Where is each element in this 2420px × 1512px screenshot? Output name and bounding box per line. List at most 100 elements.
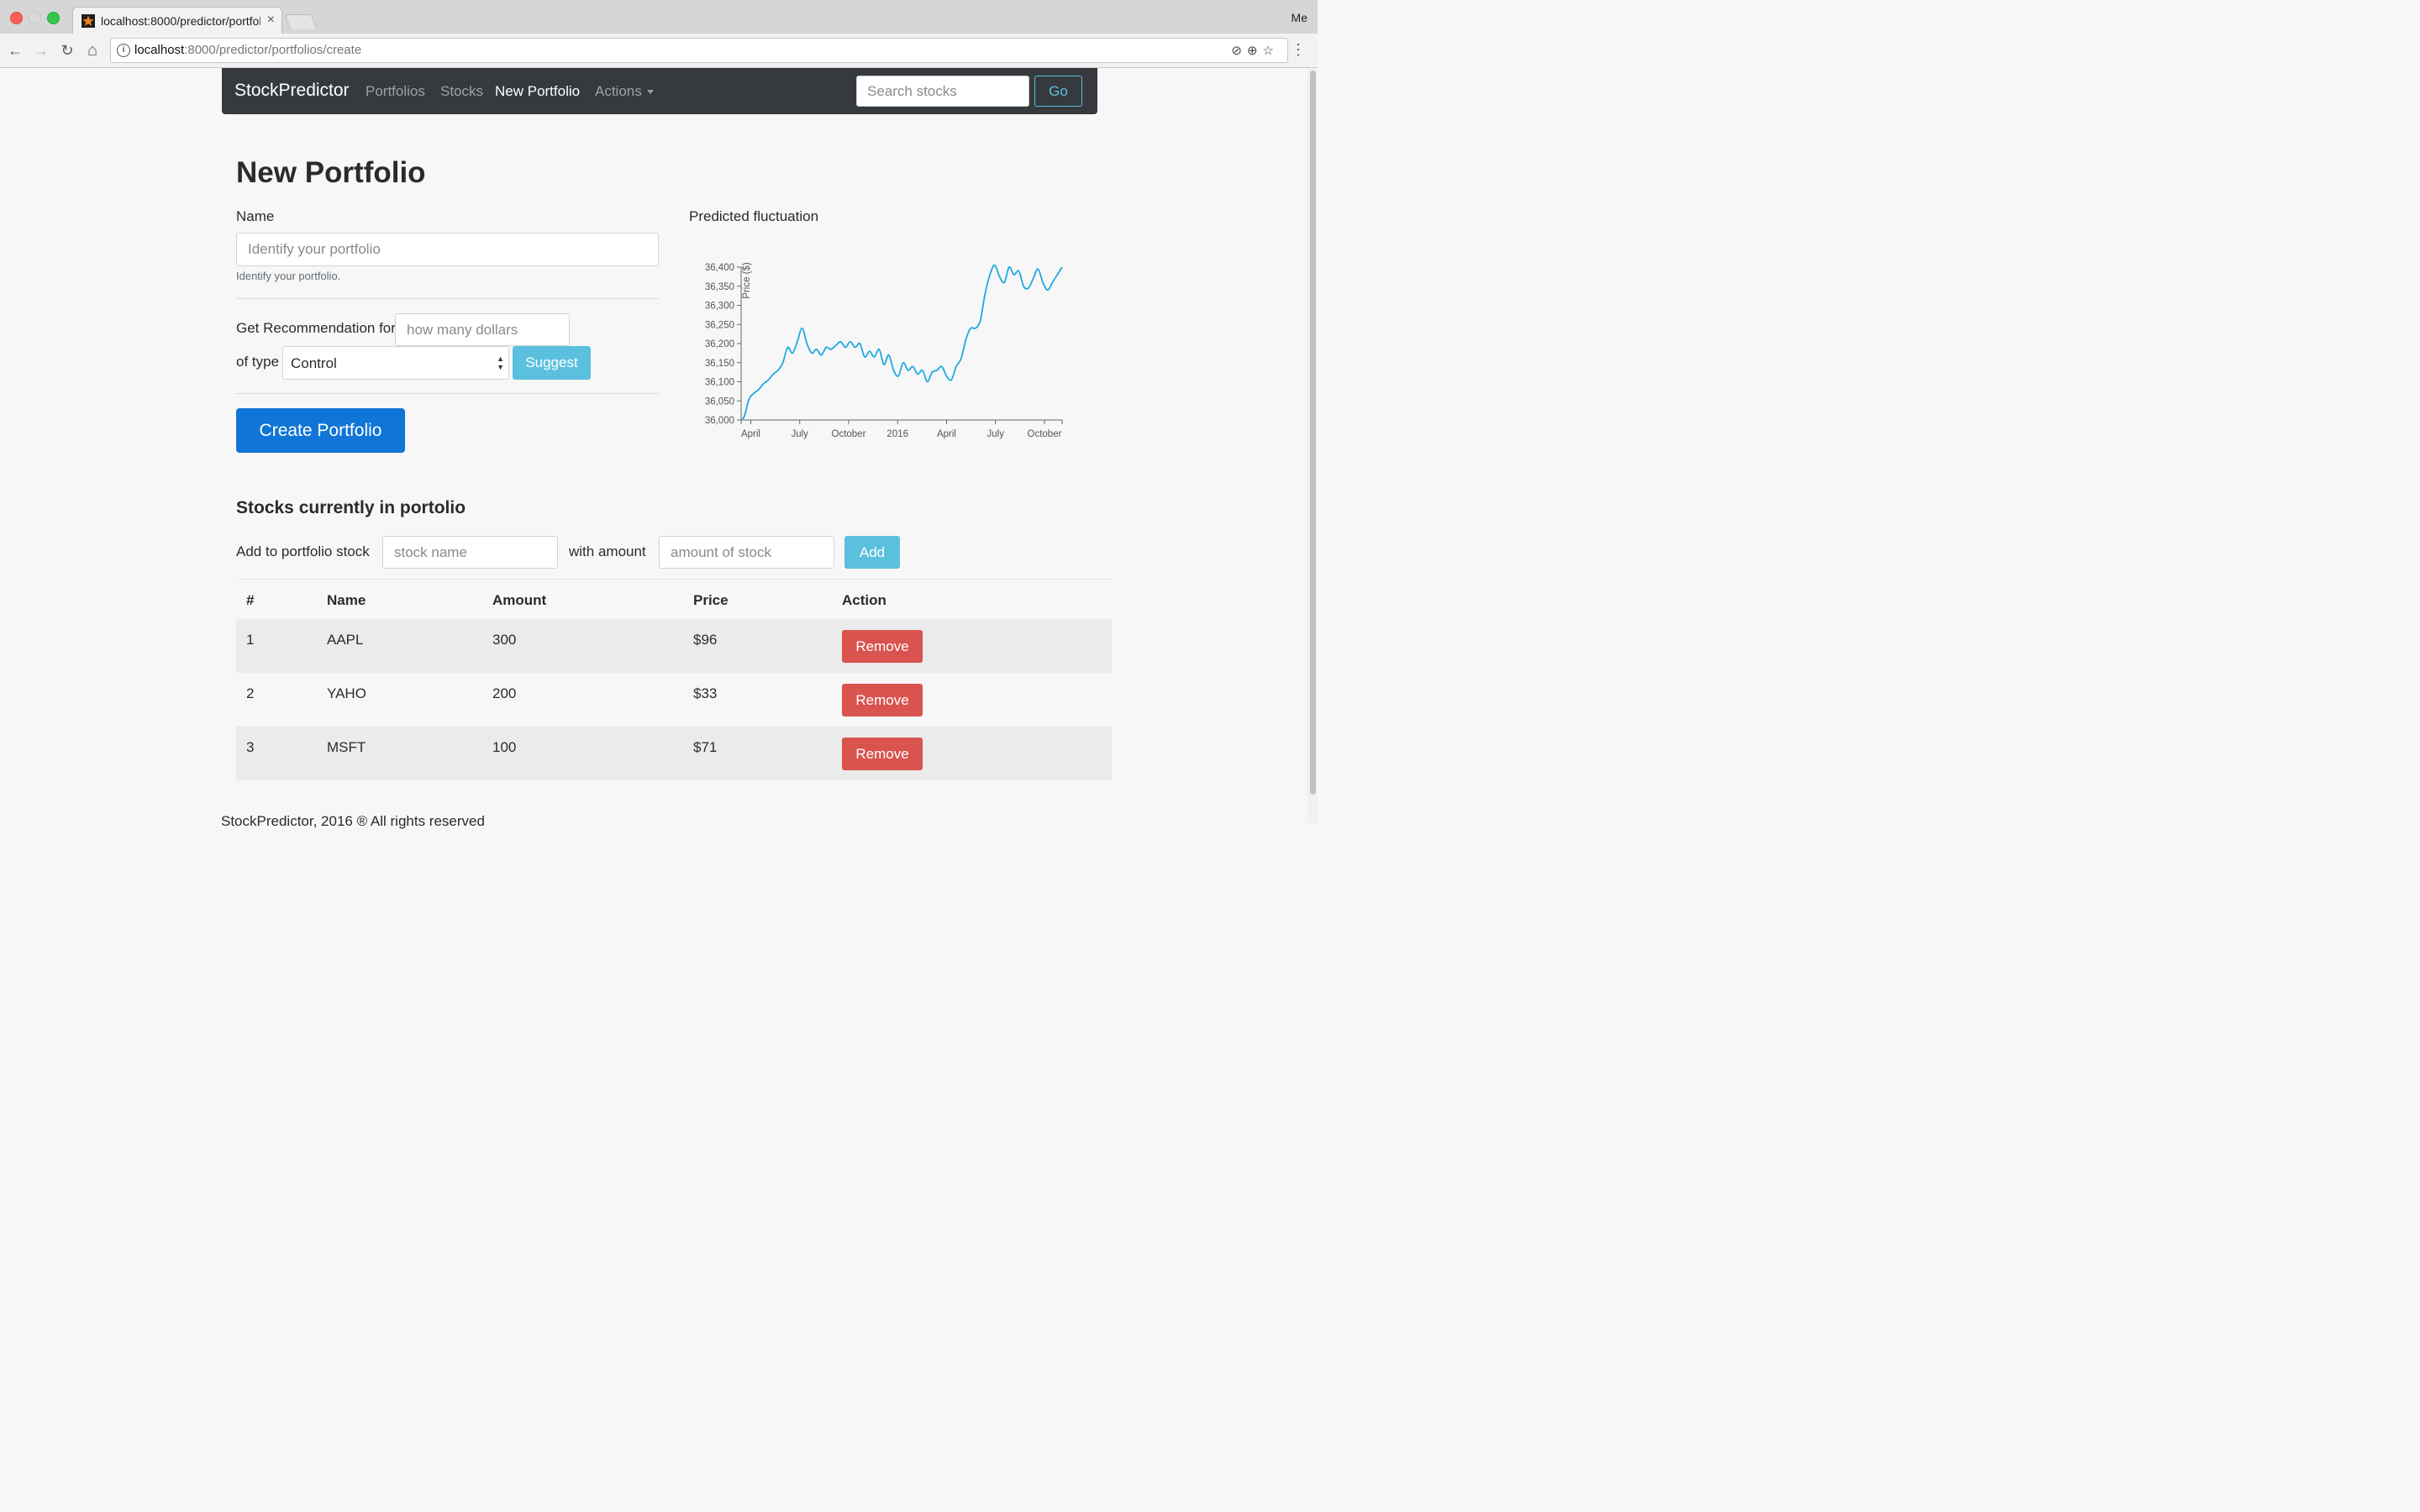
col-name: Name xyxy=(327,592,366,608)
add-button[interactable]: Add xyxy=(844,536,900,569)
col-number: # xyxy=(246,592,255,608)
x-tick-label: October xyxy=(1028,429,1062,439)
brand-link[interactable]: StockPredictor xyxy=(234,81,350,101)
blocked-popup-icon[interactable]: ⊘ xyxy=(1231,44,1247,58)
nav-actions-dropdown[interactable]: Actions xyxy=(595,83,654,100)
add-stock-label: Add to portfolio stock xyxy=(236,543,370,559)
url-input[interactable]: i localhost:8000/predictor/portfolios/cr… xyxy=(110,38,1288,63)
chart-label: Predicted fluctuation xyxy=(689,208,819,224)
divider xyxy=(236,298,659,299)
profile-label[interactable]: Me xyxy=(1292,11,1307,24)
y-tick-label: 36,250 xyxy=(705,320,734,330)
row-price: $33 xyxy=(693,685,718,701)
tab-title: localhost:8000/predictor/portfolios/crea… xyxy=(101,14,260,28)
x-tick-label: July xyxy=(791,429,808,439)
row-stock-name: YAHO xyxy=(327,685,366,701)
x-tick-label: July xyxy=(987,429,1005,439)
row-price: $96 xyxy=(693,632,718,648)
browser-titlebar: localhost:8000/predictor/portfolios/crea… xyxy=(0,0,1318,34)
remove-button[interactable]: Remove xyxy=(842,738,923,770)
row-number: 3 xyxy=(246,739,255,755)
name-label: Name xyxy=(236,208,275,224)
row-number: 1 xyxy=(246,632,255,648)
amount-input[interactable] xyxy=(659,536,834,569)
nav-actions-label: Actions xyxy=(595,83,642,99)
type-label: of type xyxy=(236,354,280,370)
y-tick-label: 36,350 xyxy=(705,282,734,292)
back-icon[interactable]: ← xyxy=(5,40,25,60)
x-tick-label: October xyxy=(832,429,866,439)
recommendation-label: Get Recommendation for xyxy=(236,320,396,336)
url-host: localhost xyxy=(134,43,185,57)
minimize-window-button[interactable] xyxy=(29,12,41,24)
x-tick-label: 2016 xyxy=(886,429,908,439)
row-amount: 100 xyxy=(492,739,517,755)
price-line xyxy=(740,264,1063,421)
bookmark-star-icon[interactable]: ☆ xyxy=(1263,44,1279,58)
go-button[interactable]: Go xyxy=(1034,76,1082,107)
x-axis-line xyxy=(740,419,1063,424)
col-amount: Amount xyxy=(492,592,547,608)
stock-name-input[interactable] xyxy=(382,536,558,569)
new-tab-button[interactable] xyxy=(284,14,318,29)
row-amount: 200 xyxy=(492,685,517,701)
url-path: :8000/predictor/portfolios/create xyxy=(184,43,362,57)
caret-down-icon xyxy=(646,90,654,95)
nav-new-portfolio[interactable]: New Portfolio xyxy=(495,83,580,100)
tab-close-icon[interactable]: × xyxy=(267,13,275,28)
footer-text: StockPredictor, 2016 ® All rights reserv… xyxy=(221,813,485,829)
table-header: # Name Amount Price Action xyxy=(236,579,1112,619)
y-tick-label: 36,100 xyxy=(705,378,734,388)
x-axis: April July October 2016 April July October xyxy=(740,419,1063,439)
site-info-icon[interactable]: i xyxy=(117,44,130,57)
fluctuation-chart: 36,000 36,050 36,100 36,150 36,200 36,250 36,3… xyxy=(705,262,1063,439)
row-number: 2 xyxy=(246,685,255,701)
suggest-button[interactable]: Suggest xyxy=(513,346,591,380)
type-select-value: Control xyxy=(291,355,337,371)
close-window-button[interactable] xyxy=(10,12,23,24)
y-tick-label: 36,300 xyxy=(705,302,734,312)
favicon-star-icon xyxy=(82,14,95,28)
divider xyxy=(236,393,659,394)
type-select[interactable]: Control ▲ ▼ xyxy=(282,346,509,380)
y-axis: 36,000 36,050 36,100 36,150 36,200 36,250 36,3… xyxy=(705,263,742,426)
select-arrows-icon: ▲ ▼ xyxy=(497,354,504,371)
remove-button[interactable]: Remove xyxy=(842,630,923,663)
nav-stocks[interactable]: Stocks xyxy=(440,83,483,100)
name-help-text: Identify your portfolio. xyxy=(236,270,341,282)
scrollbar-thumb[interactable] xyxy=(1310,71,1316,795)
remove-button[interactable]: Remove xyxy=(842,684,923,717)
y-tick-label: 36,000 xyxy=(705,416,734,426)
home-icon[interactable]: ⌂ xyxy=(82,40,103,60)
omnibox-icons: ⊘⊕☆ xyxy=(1231,43,1279,58)
address-bar: ← → ↻ ⌂ i localhost:8000/predictor/portf… xyxy=(0,34,1318,68)
table-row: 3 MSFT 100 $71 Remove xyxy=(236,727,1112,780)
col-price: Price xyxy=(693,592,729,608)
y-tick-label: 36,050 xyxy=(705,396,734,407)
table-row: 1 AAPL 300 $96 Remove xyxy=(236,619,1112,673)
nav-portfolios[interactable]: Portfolios xyxy=(366,83,425,100)
maximize-window-button[interactable] xyxy=(47,12,60,24)
row-amount: 300 xyxy=(492,632,517,648)
section-title: Stocks currently in portolio xyxy=(236,498,466,517)
row-stock-name: AAPL xyxy=(327,632,364,648)
y-tick-label: 36,150 xyxy=(705,359,734,369)
table-row: 2 YAHO 200 $33 Remove xyxy=(236,673,1112,727)
create-portfolio-button[interactable]: Create Portfolio xyxy=(236,408,405,453)
page-title: New Portfolio xyxy=(236,156,426,189)
site-navbar: StockPredictor Portfolios Stocks New Por… xyxy=(222,68,1097,114)
browser-tab[interactable]: localhost:8000/predictor/portfolios/crea… xyxy=(72,7,282,34)
reload-icon[interactable]: ↻ xyxy=(57,40,77,60)
browser-menu-icon[interactable]: ⋮ xyxy=(1291,42,1306,57)
col-action: Action xyxy=(842,592,886,608)
forward-icon[interactable]: → xyxy=(31,40,51,60)
row-stock-name: MSFT xyxy=(327,739,366,755)
search-stocks-input[interactable] xyxy=(856,76,1029,107)
x-tick-label: April xyxy=(937,429,956,439)
portfolio-table: # Name Amount Price Action 1 AAPL 300 $9… xyxy=(236,579,1112,780)
y-axis-title: Price ($) xyxy=(742,262,752,299)
portfolio-name-input[interactable] xyxy=(236,233,659,266)
row-price: $71 xyxy=(693,739,718,755)
zoom-icon[interactable]: ⊕ xyxy=(1247,44,1263,58)
dollars-input[interactable] xyxy=(395,313,570,346)
